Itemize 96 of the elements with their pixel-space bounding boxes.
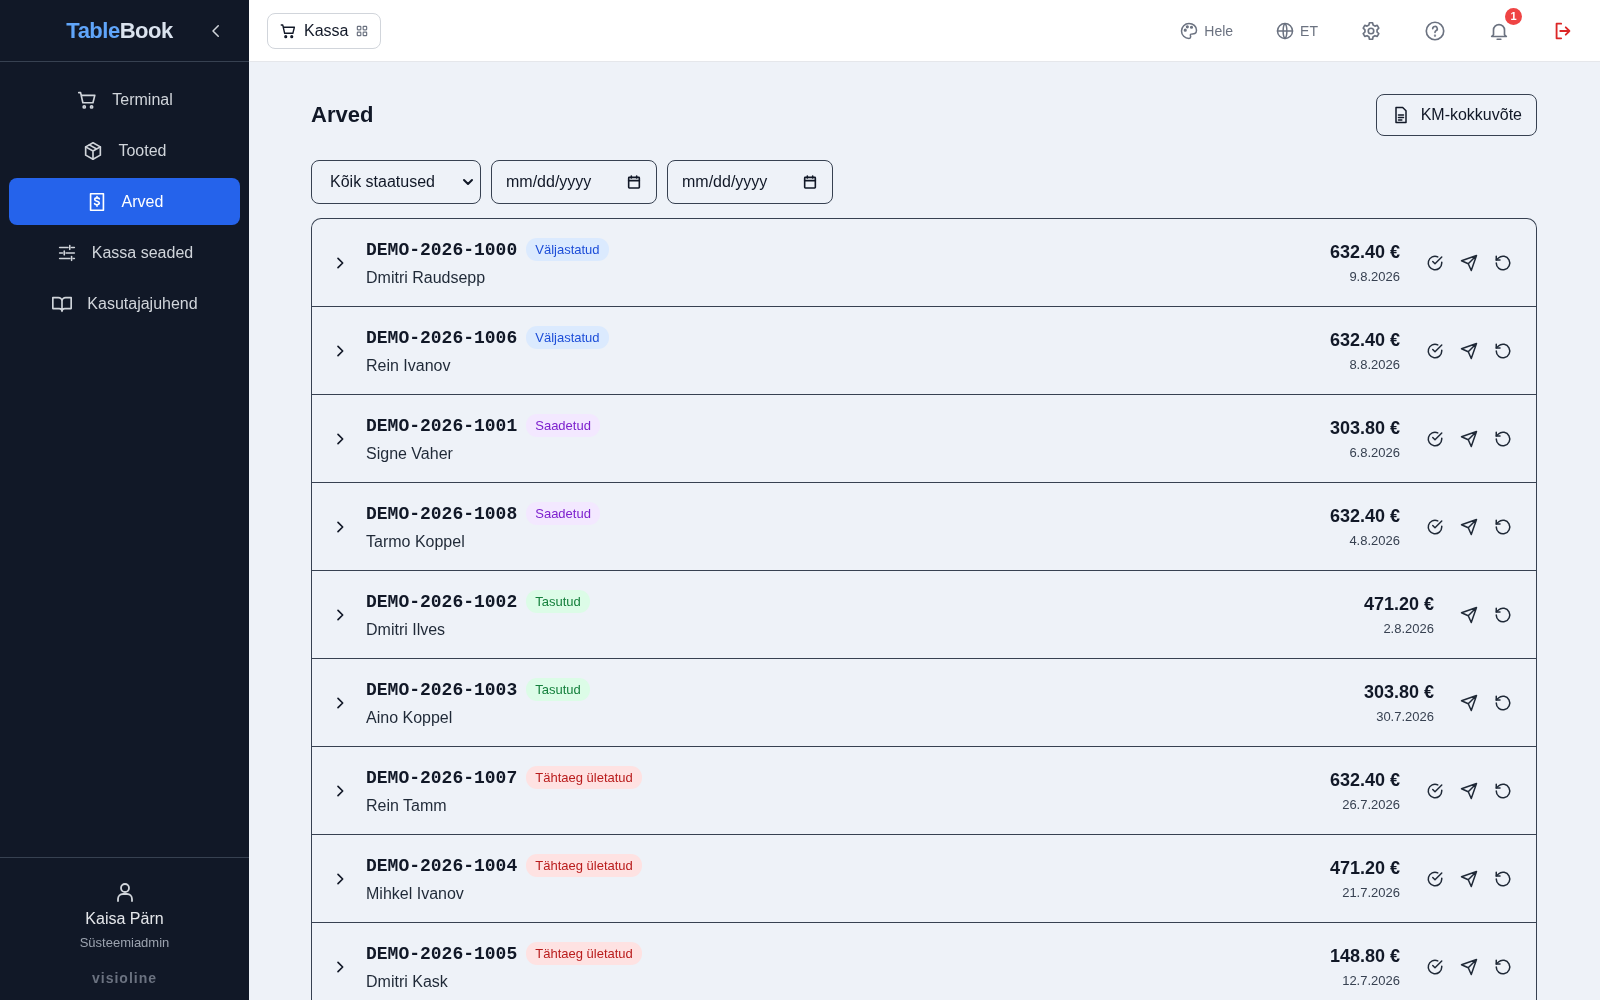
sidebar-item[interactable]: Arved xyxy=(9,178,240,225)
calendar-icon xyxy=(626,174,642,190)
status-badge: Tasutud xyxy=(526,678,590,701)
invoice-number: DEMO-2026-1003 xyxy=(366,679,518,700)
customer-name: Dmitri Ilves xyxy=(366,621,447,639)
brand-name: visioline xyxy=(92,970,157,986)
send-icon xyxy=(1460,517,1478,536)
customer-name: Tarmo Koppel xyxy=(366,533,466,551)
sidebar-item[interactable]: Terminal xyxy=(9,76,240,123)
status-dropdown[interactable]: Kõik staatused xyxy=(311,160,481,204)
notification-count: 1 xyxy=(1505,7,1522,25)
undo-icon xyxy=(1494,517,1512,536)
check-circle-icon xyxy=(1426,429,1444,448)
check-circle-icon xyxy=(1426,341,1444,360)
invoice-number: DEMO-2026-1000 xyxy=(366,239,518,260)
invoice-date: 12.7.2026 xyxy=(1342,972,1400,988)
globe-icon xyxy=(1275,20,1296,41)
invoice-number: DEMO-2026-1005 xyxy=(366,943,518,964)
sidebar-item[interactable]: Tooted xyxy=(9,127,240,174)
customer-name: Dmitri Kask xyxy=(366,973,449,991)
undo-icon xyxy=(1494,605,1512,624)
app-logo: TableBook xyxy=(66,17,173,44)
undo-icon xyxy=(1494,253,1512,272)
undo-icon xyxy=(1494,781,1512,800)
invoice-amount: 303.80 € xyxy=(1363,681,1434,703)
invoice-date: 21.7.2026 xyxy=(1342,884,1400,900)
invoice-amount: 303.80 € xyxy=(1329,417,1400,439)
status-badge: Tähtaeg ületatud xyxy=(526,942,642,965)
customer-name: Mihkel Ivanov xyxy=(366,885,465,903)
invoice-amount: 632.40 € xyxy=(1329,329,1400,351)
module-switcher[interactable]: Kassa xyxy=(267,12,382,49)
date-field[interactable]: mm/dd/yyyy xyxy=(491,160,657,204)
invoice-amount: 471.20 € xyxy=(1329,857,1400,879)
customer-name: Dmitri Raudsepp xyxy=(366,269,487,287)
date-field[interactable]: mm/dd/yyyy xyxy=(667,160,833,204)
check-circle-icon xyxy=(1426,869,1444,888)
question-circle-icon xyxy=(1424,19,1446,42)
invoice-amount: 632.40 € xyxy=(1329,241,1400,263)
invoice-date: 30.7.2026 xyxy=(1376,708,1434,724)
send-icon xyxy=(1460,781,1478,800)
cart-icon xyxy=(279,21,297,40)
undo-icon xyxy=(1494,693,1512,712)
undo-icon xyxy=(1494,429,1512,448)
send-icon xyxy=(1460,429,1478,448)
invoice-amount: 632.40 € xyxy=(1329,505,1400,527)
theme-button[interactable]: Hele xyxy=(1175,16,1238,45)
status-badge: Väljastatud xyxy=(526,326,609,349)
check-circle-icon xyxy=(1426,517,1444,536)
invoice-number: DEMO-2026-1006 xyxy=(366,327,518,348)
invoice-date: 2.8.2026 xyxy=(1383,620,1434,636)
customer-name: Rein Ivanov xyxy=(366,357,452,375)
sidebar-item[interactable]: Kasutajajuhend xyxy=(9,280,240,327)
customer-name: Rein Tamm xyxy=(366,797,448,815)
undo-icon xyxy=(1494,869,1512,888)
invoice-amount: 471.20 € xyxy=(1363,593,1434,615)
status-badge: Saadetud xyxy=(526,502,600,525)
send-icon xyxy=(1460,341,1478,360)
status-badge: Saadetud xyxy=(526,414,600,437)
status-badge: Väljastatud xyxy=(526,238,609,261)
undo-icon xyxy=(1494,957,1512,976)
customer-name: Signe Vaher xyxy=(366,445,454,463)
invoice-number: DEMO-2026-1001 xyxy=(366,415,518,436)
invoice-date: 4.8.2026 xyxy=(1349,532,1400,548)
customer-name: Aino Koppel xyxy=(366,709,454,727)
check-circle-icon xyxy=(1426,253,1444,272)
grid-icon xyxy=(355,23,370,38)
send-icon xyxy=(1460,693,1478,712)
status-badge: Tähtaeg ületatud xyxy=(526,854,642,877)
gear-icon xyxy=(1360,19,1382,42)
palette-icon xyxy=(1179,20,1200,41)
invoice-date: 9.8.2026 xyxy=(1349,268,1400,284)
send-icon xyxy=(1460,605,1478,624)
vat-summary-button[interactable]: KM-kokkuvõte xyxy=(1375,94,1537,136)
send-icon xyxy=(1460,869,1478,888)
check-circle-icon xyxy=(1426,781,1444,800)
status-badge: Tähtaeg ületatud xyxy=(526,766,642,789)
user-name: Kaisa Pärn xyxy=(85,910,164,928)
undo-icon xyxy=(1494,341,1512,360)
status-badge: Tasutud xyxy=(526,590,590,613)
invoice-amount: 632.40 € xyxy=(1329,769,1400,791)
invoice-date: 8.8.2026 xyxy=(1349,356,1400,372)
check-circle-icon xyxy=(1426,957,1444,976)
invoice-amount: 148.80 € xyxy=(1329,945,1400,967)
invoice-number: DEMO-2026-1002 xyxy=(366,591,518,612)
send-icon xyxy=(1460,957,1478,976)
user-role: Süsteemiadmin xyxy=(79,935,170,950)
invoice-number: DEMO-2026-1008 xyxy=(366,503,518,524)
invoice-date: 26.7.2026 xyxy=(1342,796,1400,812)
calendar-icon xyxy=(802,174,818,190)
invoice-number: DEMO-2026-1004 xyxy=(366,855,518,876)
language-button[interactable]: ET xyxy=(1271,16,1322,45)
invoice-date: 6.8.2026 xyxy=(1349,444,1400,460)
page-title: Arved xyxy=(311,102,374,128)
invoice-number: DEMO-2026-1007 xyxy=(366,767,518,788)
send-icon xyxy=(1460,253,1478,272)
sidebar-item[interactable]: Kassa seaded xyxy=(9,229,240,276)
